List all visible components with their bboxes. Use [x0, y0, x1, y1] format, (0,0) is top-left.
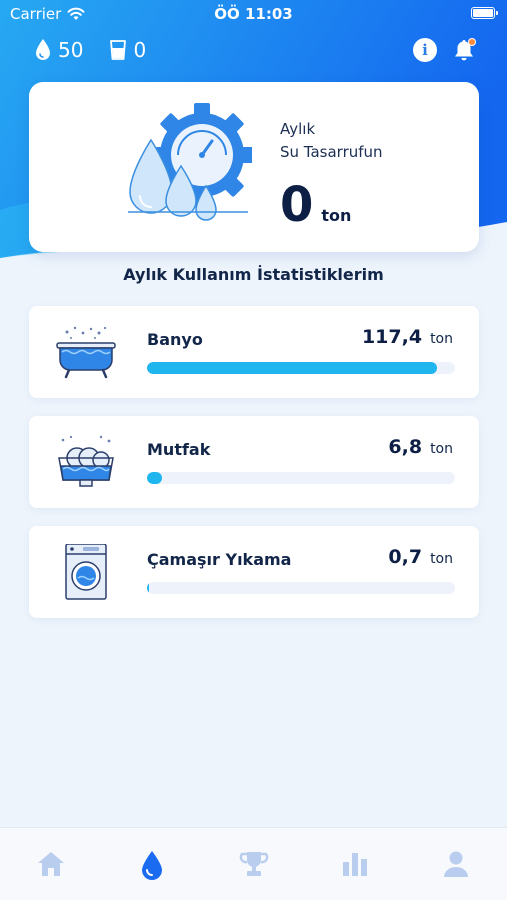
stat-card-mutfak[interactable]: Mutfak 6,8 ton [29, 416, 479, 508]
usage-bar-track [147, 472, 455, 484]
stat-name: Banyo [147, 330, 203, 349]
saving-value: 0 ton [280, 177, 351, 233]
tab-trophy[interactable] [203, 828, 304, 900]
saving-label-line1: Aylık [280, 120, 316, 138]
stat-card-banyo[interactable]: Banyo 117,4 ton [29, 306, 479, 398]
washing-machine-icon [65, 544, 107, 600]
monthly-saving-card: Aylık Su Tasarrufun 0 ton [29, 82, 479, 252]
info-icon: i [422, 41, 428, 59]
stat-amount: 6,8 [388, 436, 423, 458]
drops-counter[interactable]: 50 [34, 38, 83, 62]
tab-stats[interactable] [304, 828, 405, 900]
tab-bar [0, 827, 507, 900]
stat-value: 0,7 ton [388, 546, 453, 568]
usage-bar-track [147, 582, 455, 594]
notifications-button[interactable] [451, 37, 477, 63]
battery-icon [471, 7, 498, 19]
tab-profile[interactable] [406, 828, 507, 900]
usage-bar-fill [147, 582, 149, 594]
stat-amount: 0,7 [388, 546, 423, 568]
glass-count: 0 [133, 38, 147, 62]
bathtub-icon [56, 326, 116, 379]
usage-bar-track [147, 362, 455, 374]
saving-label: Aylık Su Tasarrufun [280, 118, 383, 164]
usage-bar-fill [147, 362, 437, 374]
usage-bar-fill [147, 472, 163, 484]
saving-amount: 0 [280, 177, 314, 233]
water-glass-icon [110, 40, 127, 60]
stat-unit: ton [430, 331, 453, 347]
glass-counter[interactable]: 0 [109, 38, 146, 62]
water-saving-illustration [128, 103, 252, 221]
stat-amount: 117,4 [361, 326, 423, 348]
status-bar: Carrier ÖÖ 11:03 [0, 0, 507, 28]
stat-value: 6,8 ton [388, 436, 453, 458]
header-row: 50 0 i [34, 34, 477, 66]
tab-water[interactable] [101, 828, 202, 900]
home-icon [37, 852, 64, 876]
dish-basin-icon [58, 435, 114, 487]
saving-unit: ton [321, 206, 352, 225]
saving-label-line2: Su Tasarrufun [280, 143, 383, 161]
stat-unit: ton [430, 551, 453, 567]
water-drop-icon [36, 39, 50, 60]
bar-chart-icon [342, 853, 367, 876]
water-drop-icon [142, 851, 163, 880]
stat-name: Çamaşır Yıkama [147, 550, 292, 569]
info-button[interactable]: i [413, 38, 437, 62]
stat-card-camasir[interactable]: Çamaşır Yıkama 0,7 ton [29, 526, 479, 618]
section-title: Aylık Kullanım İstatistiklerim [123, 265, 384, 284]
user-icon [444, 851, 469, 877]
stat-name: Mutfak [147, 440, 211, 459]
status-time: ÖÖ 11:03 [214, 5, 293, 23]
tab-home[interactable] [0, 828, 101, 900]
drops-count: 50 [58, 38, 84, 62]
stat-unit: ton [430, 441, 453, 457]
notification-dot [468, 38, 476, 46]
trophy-icon [239, 852, 268, 876]
stat-value: 117,4 ton [362, 326, 453, 348]
